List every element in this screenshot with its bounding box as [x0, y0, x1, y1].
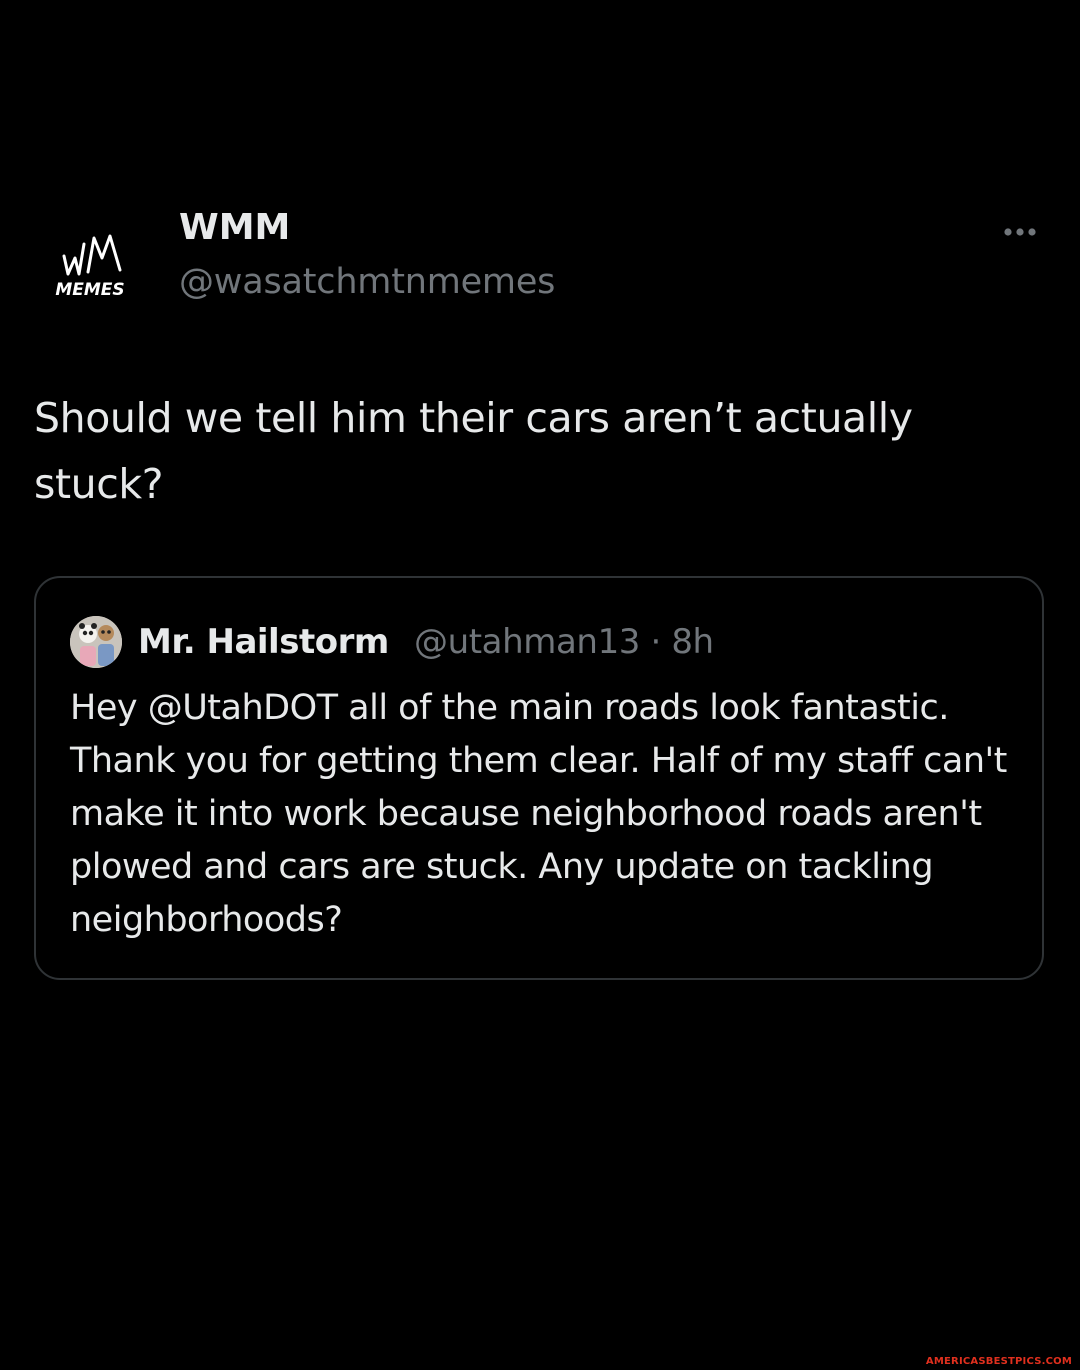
author-avatar[interactable]: MEMES: [30, 200, 150, 310]
quote-tweet-card[interactable]: Mr. Hailstorm @utahman13 · 8h Hey @UtahD…: [34, 576, 1044, 980]
logo-subtext: MEMES: [55, 280, 124, 300]
quote-author-meta: @utahman13 · 8h: [414, 620, 714, 664]
watermark-bar: AMERICASBESTPICS.COM: [0, 1350, 1080, 1370]
wmm-logo-icon: MEMES: [55, 234, 125, 300]
tweet-text: Should we tell him their cars aren’t act…: [34, 394, 913, 508]
quote-author-handle[interactable]: @utahman13: [414, 622, 640, 662]
author-info: WMM @wasatchmtnmemes: [179, 206, 555, 306]
author-display-name[interactable]: WMM: [179, 206, 555, 250]
quote-author-display-name[interactable]: Mr. Hailstorm: [138, 620, 389, 664]
quote-author-avatar[interactable]: [70, 616, 122, 668]
tweet-header: MEMES WMM @wasatchmtnmemes: [30, 200, 1060, 320]
author-handle[interactable]: @wasatchmtnmemes: [179, 258, 555, 306]
quote-text: Hey @UtahDOT all of the main roads look …: [70, 688, 1007, 940]
profile-photo-icon: [70, 616, 122, 668]
watermark-text: AMERICASBESTPICS.COM: [925, 1356, 1072, 1367]
meta-separator: ·: [650, 622, 661, 662]
quote-timestamp[interactable]: 8h: [671, 622, 714, 662]
more-horizontal-icon[interactable]: [1000, 220, 1040, 244]
